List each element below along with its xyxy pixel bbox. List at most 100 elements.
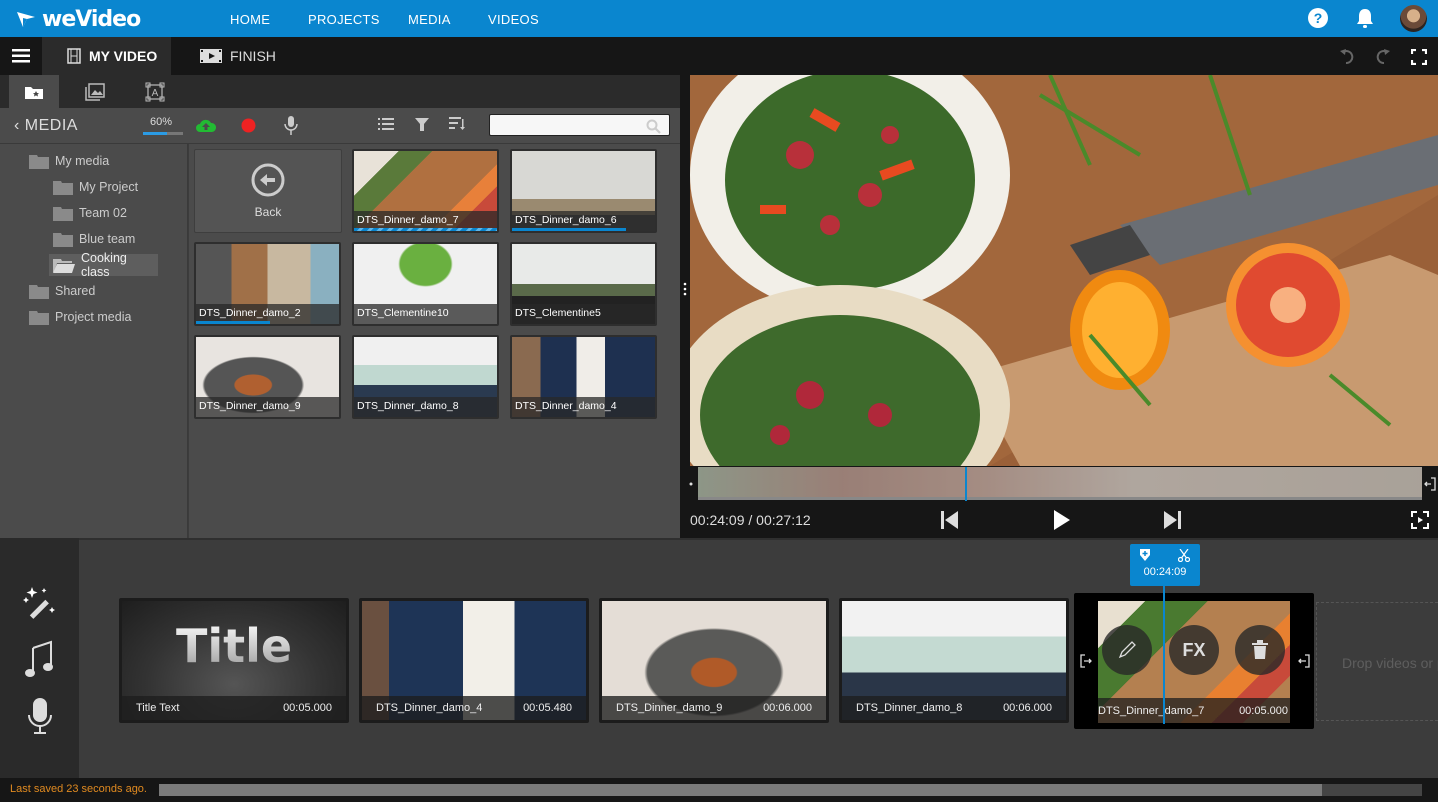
play-icon[interactable] bbox=[1053, 509, 1071, 531]
media-item[interactable]: DTS_Dinner_damo_6 bbox=[510, 149, 657, 233]
skip-back-icon[interactable] bbox=[941, 510, 959, 530]
clip-duration: 00:06.000 bbox=[1003, 702, 1052, 714]
timeline-clip[interactable]: DTS_Dinner_damo_4 00:05.480 bbox=[359, 598, 589, 723]
nav-videos[interactable]: VIDEOS bbox=[488, 12, 539, 27]
media-item[interactable]: DTS_Clementine5 bbox=[510, 242, 657, 326]
wevideo-logo[interactable]: weVideo bbox=[16, 6, 141, 32]
fullscreen-preview-icon[interactable] bbox=[1411, 511, 1429, 529]
tab-stock-media[interactable] bbox=[70, 75, 120, 108]
media-item[interactable]: DTS_Dinner_damo_2 bbox=[194, 242, 341, 326]
timecode: 00:24:09 / 00:27:12 bbox=[690, 512, 811, 528]
edit-clip-button[interactable] bbox=[1102, 625, 1152, 675]
help-icon[interactable]: ? bbox=[1307, 7, 1329, 29]
timeline-clip[interactable]: DTS_Dinner_damo_8 00:06.000 bbox=[839, 598, 1069, 723]
timeline-clip[interactable]: DTS_Dinner_damo_9 00:06.000 bbox=[599, 598, 829, 723]
folder-my-media[interactable]: My media bbox=[29, 150, 158, 172]
record-icon[interactable] bbox=[241, 118, 256, 133]
tab-text[interactable]: A bbox=[130, 75, 180, 108]
sort-icon[interactable] bbox=[449, 117, 465, 131]
undo-icon[interactable] bbox=[1340, 48, 1354, 64]
nav-home[interactable]: HOME bbox=[230, 12, 270, 27]
music-note-icon[interactable] bbox=[25, 640, 53, 678]
bell-icon[interactable] bbox=[1354, 7, 1376, 29]
top-nav bbox=[0, 0, 1438, 37]
media-item[interactable]: DTS_Dinner_damo_8 bbox=[352, 335, 499, 419]
in-point-marker-icon[interactable] bbox=[689, 482, 693, 486]
tab-finish[interactable]: FINISH bbox=[200, 37, 276, 75]
clip-name: DTS_Dinner_damo_4 bbox=[376, 702, 483, 714]
video-preview[interactable] bbox=[690, 75, 1438, 466]
redo-icon[interactable] bbox=[1376, 48, 1390, 64]
trash-icon bbox=[1252, 640, 1268, 659]
avatar[interactable] bbox=[1400, 5, 1427, 32]
media-item-name: DTS_Dinner_damo_9 bbox=[196, 397, 339, 417]
drop-zone[interactable]: Drop videos or photos here bbox=[1316, 602, 1438, 721]
filter-icon[interactable] bbox=[415, 118, 429, 131]
timeline-playhead[interactable] bbox=[1163, 586, 1165, 724]
fullscreen-icon[interactable] bbox=[1411, 49, 1427, 65]
media-item[interactable]: DTS_Dinner_damo_9 bbox=[194, 335, 341, 419]
clip-duration: 00:05.000 bbox=[283, 702, 332, 714]
folder-team-02[interactable]: Team 02 bbox=[53, 202, 158, 224]
folder-my-project[interactable]: My Project bbox=[53, 176, 158, 198]
add-marker-icon[interactable] bbox=[1140, 549, 1150, 561]
trim-start-icon[interactable] bbox=[1080, 654, 1092, 668]
delete-clip-button[interactable] bbox=[1235, 625, 1285, 675]
folder-icon bbox=[29, 154, 49, 169]
scissors-icon[interactable] bbox=[1178, 549, 1190, 562]
folder-label: Shared bbox=[55, 284, 96, 298]
media-item-name: DTS_Dinner_damo_4 bbox=[512, 397, 655, 417]
media-item[interactable]: DTS_Dinner_damo_4 bbox=[510, 335, 657, 419]
tab-my-video[interactable]: MY VIDEO bbox=[42, 37, 171, 75]
trim-end-icon[interactable] bbox=[1298, 654, 1310, 668]
folder-cooking-class[interactable]: Cooking class bbox=[49, 251, 158, 279]
clip-caption: DTS_Dinner_damo_4 00:05.480 bbox=[362, 696, 586, 720]
clip-duration: 00:06.000 bbox=[763, 702, 812, 714]
menu-button[interactable] bbox=[0, 37, 42, 75]
out-point-icon[interactable] bbox=[1424, 477, 1436, 491]
folder-label: Project media bbox=[55, 310, 132, 324]
voiceover-mic-icon[interactable] bbox=[28, 698, 52, 734]
clip-name: DTS_Dinner_damo_8 bbox=[856, 702, 963, 714]
media-item-progress bbox=[512, 228, 627, 231]
cloud-upload-icon[interactable] bbox=[195, 117, 217, 133]
folder-label: Team 02 bbox=[79, 206, 127, 220]
scrubber-playhead[interactable] bbox=[965, 467, 967, 501]
folder-blue-team[interactable]: Blue team bbox=[53, 228, 158, 250]
media-item-name: DTS_Clementine10 bbox=[354, 304, 497, 324]
text-frame-icon: A bbox=[145, 82, 165, 101]
media-search-input[interactable] bbox=[489, 114, 670, 136]
clip-caption: Title Text 00:05.000 bbox=[122, 696, 346, 720]
title-overlay-text: Title bbox=[122, 619, 346, 673]
clip-caption: DTS_Dinner_damo_8 00:06.000 bbox=[842, 696, 1066, 720]
back-label: Back bbox=[254, 205, 282, 219]
microphone-icon[interactable] bbox=[284, 116, 298, 135]
skip-forward-icon[interactable] bbox=[1163, 510, 1181, 530]
fx-button[interactable]: FX bbox=[1169, 625, 1219, 675]
hamburger-icon bbox=[12, 49, 30, 63]
media-item[interactable]: DTS_Clementine10 bbox=[352, 242, 499, 326]
scrubber-overlay bbox=[698, 467, 1422, 499]
media-item-progress bbox=[354, 228, 497, 231]
timeline-scrollbar-thumb[interactable] bbox=[159, 784, 1322, 796]
search-icon bbox=[646, 119, 661, 134]
playhead-tag[interactable]: 00:24:09 bbox=[1130, 544, 1200, 586]
nav-projects[interactable]: PROJECTS bbox=[308, 12, 380, 27]
nav-media[interactable]: MEDIA bbox=[408, 12, 451, 27]
back-tile[interactable]: Back bbox=[194, 149, 342, 233]
tab-my-media[interactable] bbox=[9, 75, 59, 108]
film-play-icon bbox=[200, 49, 222, 63]
media-item[interactable]: DTS_Dinner_damo_7 bbox=[352, 149, 499, 233]
folder-project-media[interactable]: Project media bbox=[29, 306, 158, 328]
media-item-name: DTS_Dinner_damo_8 bbox=[354, 397, 497, 417]
folder-shared[interactable]: Shared bbox=[29, 280, 158, 302]
media-item-progress bbox=[196, 321, 271, 324]
folder-label: My media bbox=[55, 154, 110, 168]
timeline-clip-title[interactable]: Title Title Text 00:05.000 bbox=[119, 598, 349, 723]
list-view-icon[interactable] bbox=[378, 118, 394, 131]
panel-splitter[interactable] bbox=[680, 75, 690, 538]
chevron-left-icon: ‹ bbox=[14, 117, 20, 134]
drag-handle-icon[interactable] bbox=[683, 282, 687, 296]
media-back-button[interactable]: ‹ MEDIA bbox=[14, 117, 78, 135]
magic-wand-icon[interactable] bbox=[22, 585, 58, 621]
